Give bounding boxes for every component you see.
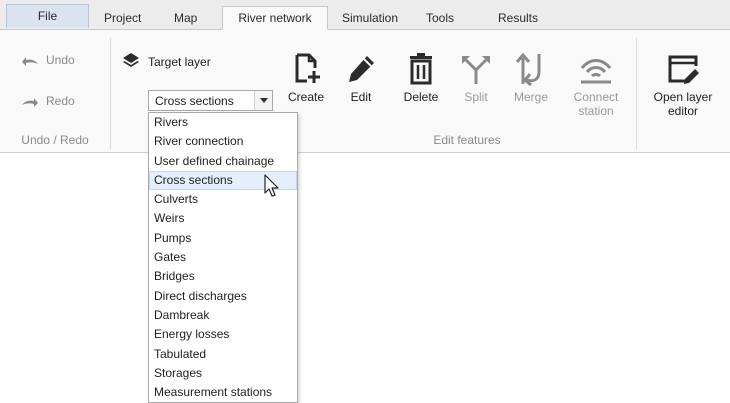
redo-button[interactable]: Redo [20, 94, 75, 108]
create-doc-icon [288, 52, 324, 86]
ribbon-panel: Undo Redo Undo / Redo Target layer Cross… [0, 30, 730, 153]
group-divider [636, 38, 637, 150]
connect-station-label: Connect station [573, 90, 619, 118]
list-item[interactable]: Weirs [149, 209, 297, 228]
target-layer-label-row: Target layer [122, 52, 211, 71]
undo-button[interactable]: Undo [20, 53, 75, 67]
list-item[interactable]: Energy losses [149, 325, 297, 344]
list-item[interactable]: Direct discharges [149, 287, 297, 306]
tab-map[interactable]: Map [166, 7, 205, 30]
list-item[interactable]: User defined chainage [149, 152, 297, 171]
split-label: Split [464, 90, 488, 104]
delete-label: Delete [403, 90, 439, 104]
target-layer-select[interactable]: Cross sections [148, 90, 273, 111]
list-item[interactable]: Rivers [149, 113, 297, 132]
open-layer-editor-label: Open layer editor [653, 90, 713, 118]
redo-label: Redo [46, 94, 75, 108]
undo-icon [20, 53, 40, 67]
redo-icon [20, 94, 40, 108]
list-item[interactable]: Pumps [149, 229, 297, 248]
group-divider [110, 38, 111, 150]
target-layer-value: Cross sections [155, 94, 234, 108]
create-label: Create [287, 90, 325, 104]
list-item[interactable]: Gates [149, 248, 297, 267]
list-item[interactable]: Tabulated [149, 345, 297, 364]
split-icon [458, 52, 494, 86]
merge-icon [513, 52, 549, 87]
target-layer-label: Target layer [148, 54, 211, 69]
layer-editor-icon [665, 52, 701, 86]
ribbon-tab-strip: File Project Map River network Simulatio… [0, 0, 730, 30]
edit-label: Edit [350, 90, 372, 104]
merge-label: Merge [513, 90, 548, 104]
tab-river-network[interactable]: River network [222, 6, 328, 30]
pencil-icon [343, 52, 379, 86]
layers-icon [122, 52, 140, 71]
undo-label: Undo [46, 53, 75, 67]
list-item[interactable]: Bridges [149, 267, 297, 286]
edit-features-group-label: Edit features [433, 133, 501, 147]
tab-simulation[interactable]: Simulation [334, 7, 406, 30]
tab-tools[interactable]: Tools [418, 7, 462, 30]
list-item[interactable]: Storages [149, 364, 297, 383]
tab-file[interactable]: File [6, 4, 89, 28]
list-item[interactable]: Dambreak [149, 306, 297, 325]
list-item[interactable]: River connection [149, 132, 297, 151]
tab-project[interactable]: Project [96, 7, 149, 30]
tab-results[interactable]: Results [490, 7, 546, 30]
trash-icon [403, 52, 439, 86]
mouse-pointer-icon [264, 174, 282, 198]
list-item[interactable]: Measurement stations [149, 383, 297, 402]
undo-redo-group-label: Undo / Redo [21, 133, 89, 147]
target-layer-dropdown-list: Rivers River connection User defined cha… [148, 112, 298, 403]
chevron-down-icon[interactable] [254, 91, 272, 110]
wifi-station-icon [578, 52, 614, 86]
